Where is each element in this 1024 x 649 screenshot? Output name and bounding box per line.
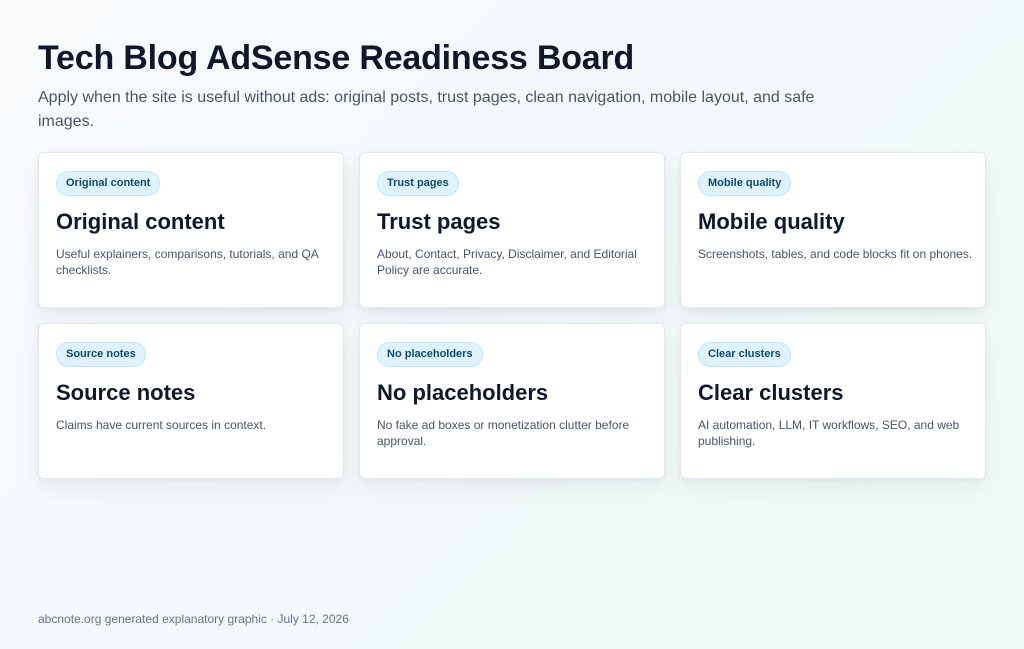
footer-credit: abcnote.org generated explanatory graphi… <box>38 612 349 626</box>
card-clear-clusters: Clear clusters Clear clusters AI automat… <box>680 323 986 479</box>
card-description: No fake ad boxes or monetization clutter… <box>377 418 630 448</box>
page-subtitle: Apply when the site is useful without ad… <box>38 89 815 130</box>
card-badge: Trust pages <box>377 171 459 196</box>
card-title: Mobile quality <box>698 209 845 234</box>
card-description: Claims have current sources in context. <box>56 418 267 432</box>
card-no-placeholders: No placeholders No placeholders No fake … <box>359 323 665 479</box>
card-description: AI automation, LLM, IT workflows, SEO, a… <box>698 418 960 448</box>
card-description: Screenshots, tables, and code blocks fit… <box>698 247 973 261</box>
card-description: Useful explainers, comparisons, tutorial… <box>56 247 319 277</box>
card-title: Source notes <box>56 380 196 405</box>
card-title: Trust pages <box>377 209 501 234</box>
page-title: Tech Blog AdSense Readiness Board <box>38 39 635 77</box>
card-title: No placeholders <box>377 380 549 405</box>
card-title: Clear clusters <box>698 380 844 405</box>
card-source-notes: Source notes Source notes Claims have cu… <box>38 323 344 479</box>
card-badge: Original content <box>56 171 161 196</box>
card-description: About, Contact, Privacy, Disclaimer, and… <box>377 247 637 277</box>
card-title: Original content <box>56 209 225 234</box>
card-original-content: Original content Original content Useful… <box>38 152 344 308</box>
card-badge: Source notes <box>56 342 146 367</box>
card-badge: No placeholders <box>377 342 483 367</box>
readiness-card-grid: Original content Original content Useful… <box>38 152 986 479</box>
card-mobile-quality: Mobile quality Mobile quality Screenshot… <box>680 152 986 308</box>
card-trust-pages: Trust pages Trust pages About, Contact, … <box>359 152 665 308</box>
card-badge: Clear clusters <box>698 342 791 367</box>
board-page: Tech Blog AdSense Readiness Board Apply … <box>38 38 986 479</box>
card-badge: Mobile quality <box>698 171 792 196</box>
